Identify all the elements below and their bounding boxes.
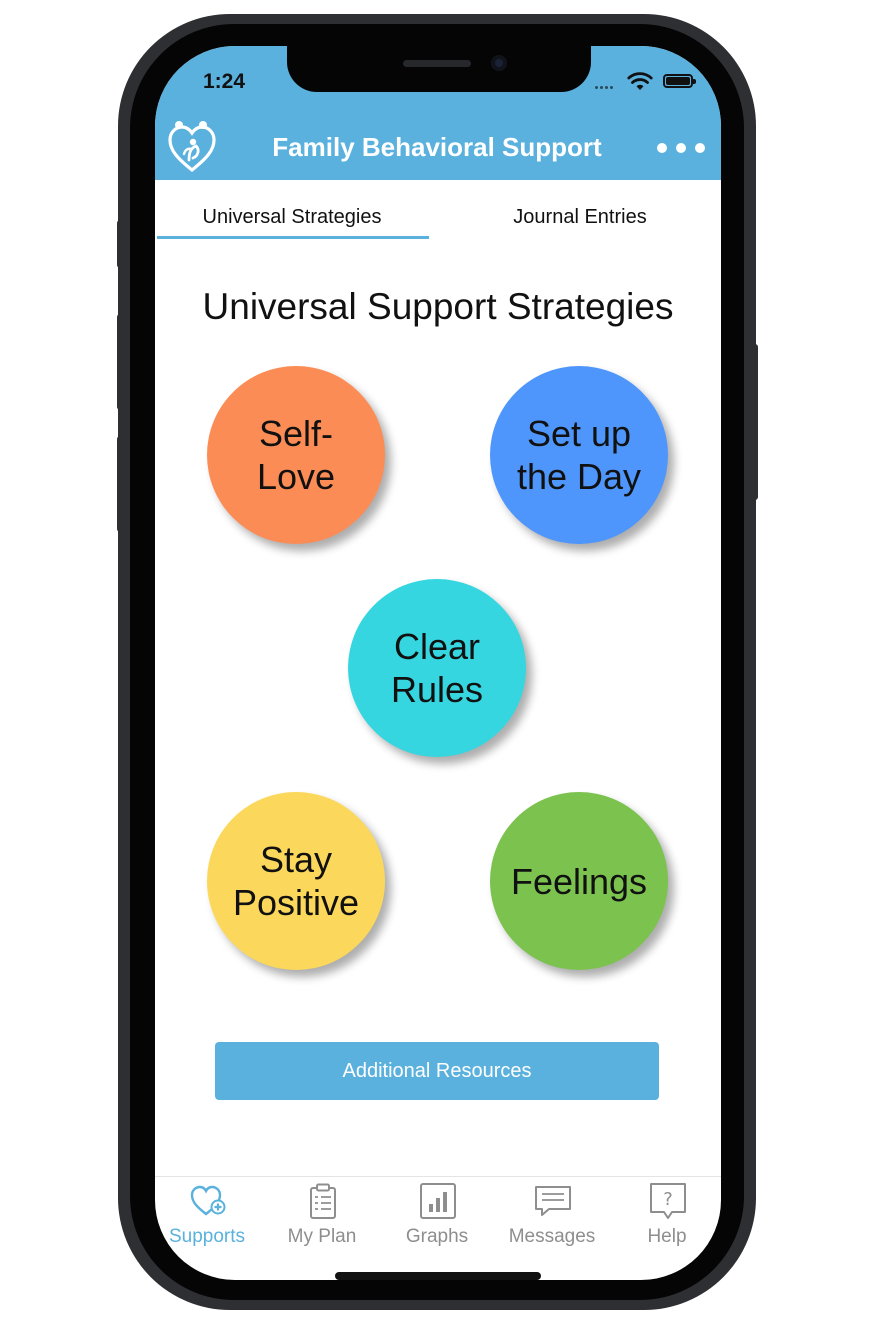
volume-down-button [117,436,123,532]
home-indicator[interactable] [335,1272,541,1280]
strategy-feelings-button[interactable]: Feelings [490,792,668,970]
nav-label: Graphs [405,1226,469,1247]
strategy-self-love-button[interactable]: Self- Love [207,366,385,544]
active-tab-indicator [157,236,429,239]
status-time: 1:24 [203,70,246,93]
svg-text:?: ? [663,1189,673,1210]
nav-label: Supports [168,1226,246,1247]
mute-switch [117,220,123,268]
strategy-stay-positive-button[interactable]: Stay Positive [207,792,385,970]
signal-icon [595,86,621,90]
nav-label: Messages [508,1226,596,1247]
family-heart-logo-icon [168,121,216,173]
front-camera [491,55,507,71]
strategy-label-line: Feelings [510,860,648,902]
wifi-icon [627,72,653,90]
more-options-icon[interactable] [657,142,705,154]
notch [287,46,591,92]
nav-help[interactable]: ? Help [615,1182,719,1252]
volume-up-button [117,314,123,410]
tab-universal-strategies[interactable]: Universal Strategies [155,206,429,229]
strategy-label-line: Love [256,456,336,497]
app-screen: 1:24 Family Behavioral Support Universal… [155,46,721,1280]
strategy-label-line: Clear [393,626,480,667]
heart-plus-icon [190,1185,226,1216]
clipboard-icon [310,1183,336,1219]
nav-messages[interactable]: Messages [500,1182,604,1252]
nav-label: My Plan [287,1226,357,1247]
strategy-label-line: Self- [258,413,333,454]
tab-bar-divider [155,1176,721,1177]
nav-my-plan[interactable]: My Plan [270,1182,374,1252]
nav-graphs[interactable]: Graphs [385,1182,489,1252]
speaker [403,60,471,67]
nav-supports[interactable]: Supports [155,1182,259,1252]
strategy-label-line: Positive [232,882,360,923]
page-title: Universal Support Strategies [202,286,674,327]
bar-chart-icon [420,1183,456,1219]
message-icon [535,1186,571,1216]
strategy-label-line: Set up [526,413,632,454]
app-title: Family Behavioral Support [272,132,602,162]
strategy-label-line: the Day [516,456,642,497]
additional-resources-button[interactable]: Additional Resources [215,1042,659,1100]
strategy-clear-rules-button[interactable]: Clear Rules [348,579,526,757]
strategy-label-line: Stay [259,839,333,880]
battery-icon [663,74,696,88]
tab-journal-entries[interactable]: Journal Entries [439,206,721,229]
strategy-set-up-the-day-button[interactable]: Set up the Day [490,366,668,544]
nav-label: Help [647,1226,687,1247]
power-button [752,344,758,500]
strategy-label-line: Rules [390,669,484,710]
help-icon: ? [650,1183,686,1219]
